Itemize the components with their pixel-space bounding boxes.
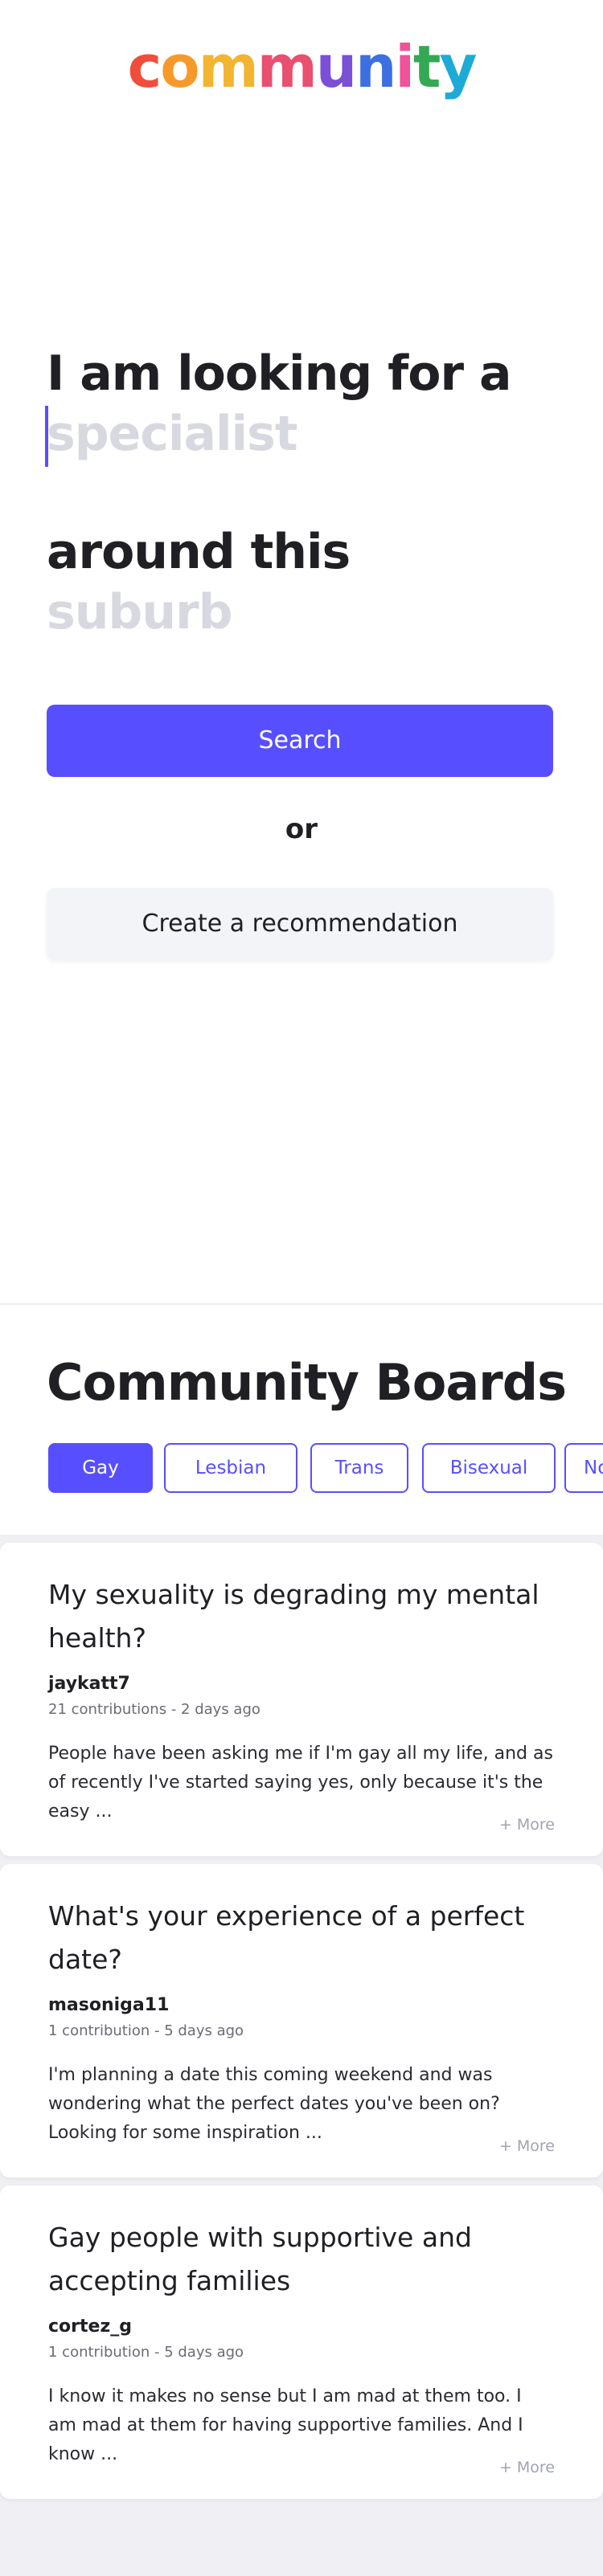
filter-chip-gay[interactable]: Gay xyxy=(48,1443,153,1493)
logo-letter: i xyxy=(395,33,415,100)
post-meta: 1 contribution - 5 days ago xyxy=(48,2022,244,2039)
community-logo[interactable]: community xyxy=(0,31,603,103)
search-prompt-line-2: around this xyxy=(47,524,351,580)
post-author[interactable]: cortez_g xyxy=(48,2316,132,2337)
post-author[interactable]: jaykatt7 xyxy=(48,1674,130,1694)
post-card[interactable]: Gay people with supportive and accepting… xyxy=(0,2186,603,2499)
search-prompt-line-1: I am looking for a xyxy=(47,346,511,402)
hero-section: community I am looking for a specialist … xyxy=(0,0,603,1303)
community-boards-header: Community Boards Gay Lesbian Trans Bisex… xyxy=(0,1305,603,1535)
post-title[interactable]: What's your experience of a perfect date… xyxy=(48,1895,555,1981)
filter-chip-lesbian[interactable]: Lesbian xyxy=(164,1443,297,1493)
logo-letter: n xyxy=(355,33,396,100)
community-boards-title: Community Boards xyxy=(47,1353,567,1412)
post-meta: 1 contribution - 5 days ago xyxy=(48,2344,244,2361)
logo-letter: m xyxy=(198,33,259,100)
logo-letter: o xyxy=(160,33,199,100)
post-excerpt: I'm planning a date this coming weekend … xyxy=(48,2065,500,2143)
post-title[interactable]: My sexuality is degrading my mental heal… xyxy=(48,1573,555,1660)
logo-letter: t xyxy=(413,33,441,100)
more-link[interactable]: + More xyxy=(499,1816,555,1834)
post-card[interactable]: My sexuality is degrading my mental heal… xyxy=(0,1543,603,1856)
filter-chip-bisexual[interactable]: Bisexual xyxy=(422,1443,556,1493)
post-excerpt: People have been asking me if I'm gay al… xyxy=(48,1744,553,1822)
post-card[interactable]: What's your experience of a perfect date… xyxy=(0,1864,603,2177)
logo-letter: m xyxy=(256,33,318,100)
or-separator: or xyxy=(285,813,318,845)
more-link[interactable]: + More xyxy=(499,2137,555,2155)
logo-letter: c xyxy=(127,33,162,100)
page: community I am looking for a specialist … xyxy=(0,0,603,2576)
filter-chip-partial[interactable]: No xyxy=(564,1443,603,1493)
filter-chip-trans[interactable]: Trans xyxy=(310,1443,408,1493)
more-link[interactable]: + More xyxy=(499,2459,555,2476)
post-meta: 21 contributions - 2 days ago xyxy=(48,1701,260,1718)
post-excerpt: I know it makes no sense but I am mad at… xyxy=(48,2386,523,2464)
search-button[interactable]: Search xyxy=(47,705,553,777)
post-author[interactable]: masoniga11 xyxy=(48,1995,169,2015)
suburb-input[interactable]: suburb xyxy=(47,584,233,640)
logo-letter: u xyxy=(315,33,357,100)
create-recommendation-button[interactable]: Create a recommendation xyxy=(47,888,553,960)
specialist-input[interactable]: specialist xyxy=(47,406,298,462)
post-title[interactable]: Gay people with supportive and accepting… xyxy=(48,2216,555,2303)
logo-letter: y xyxy=(439,33,477,100)
